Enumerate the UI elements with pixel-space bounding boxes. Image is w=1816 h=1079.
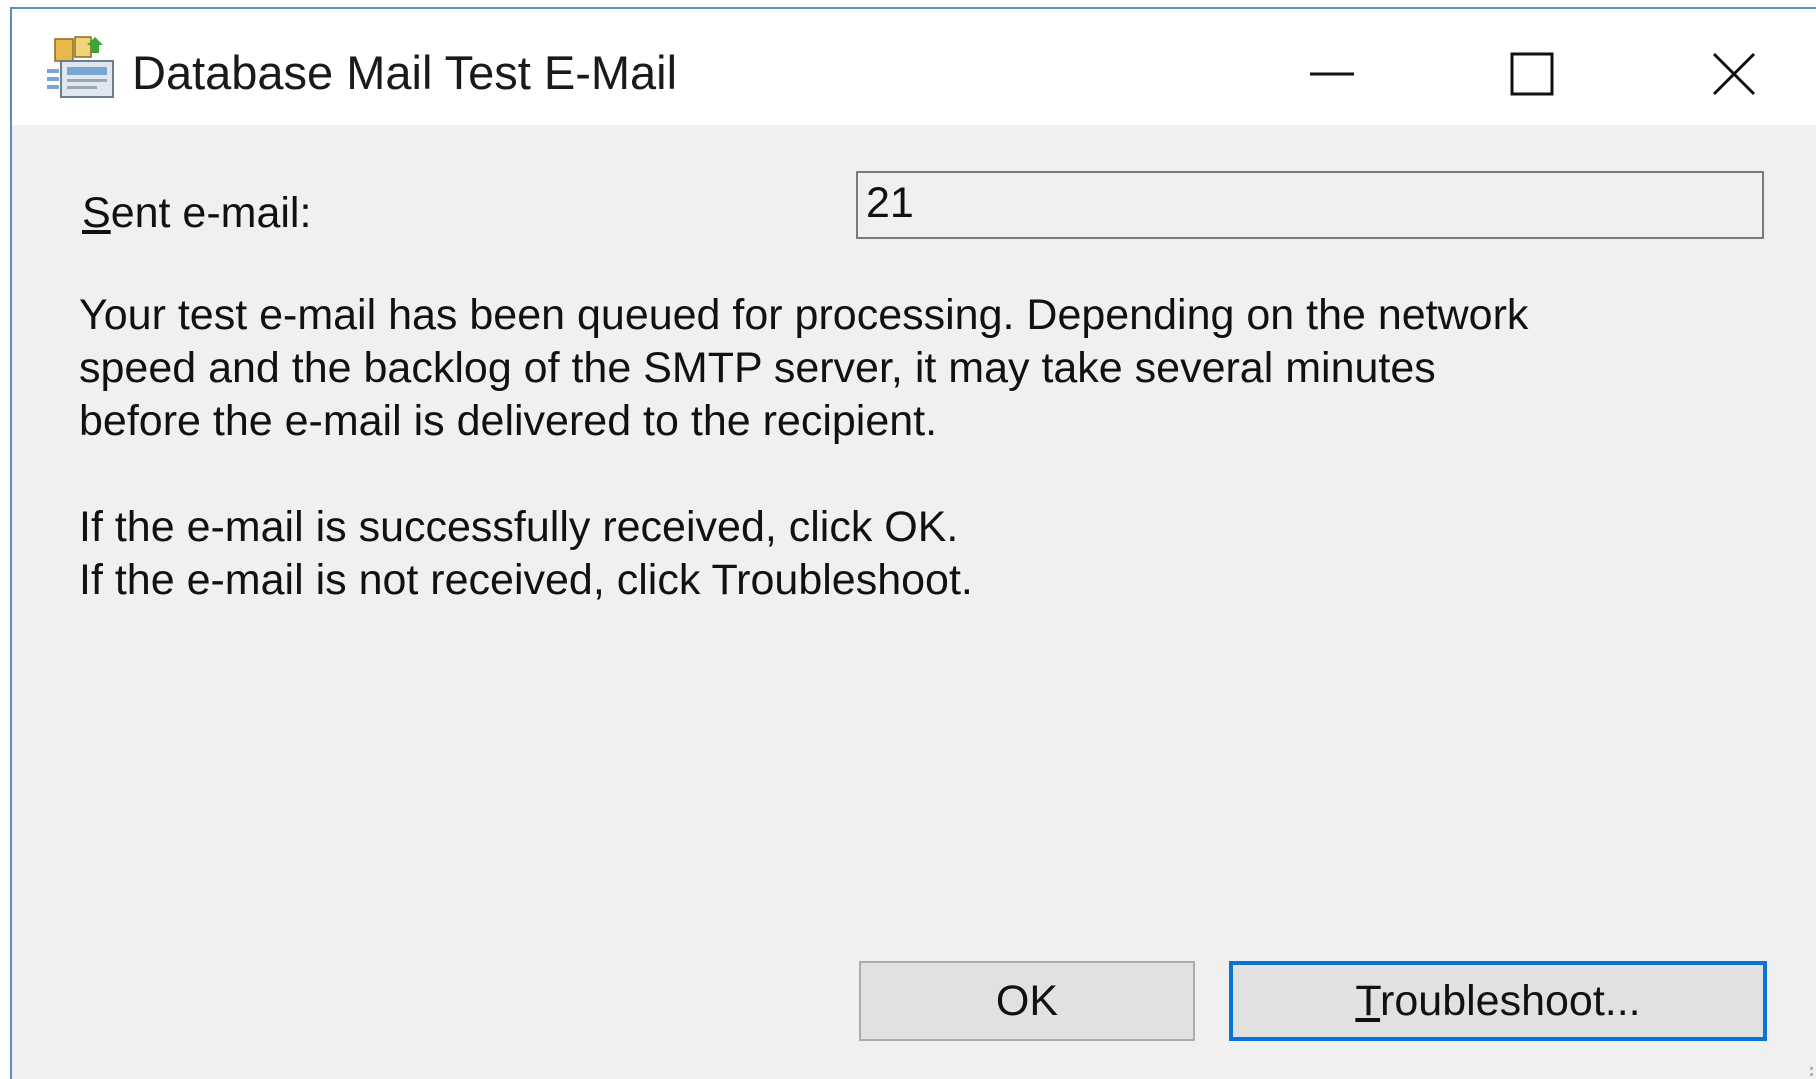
message-line: If the e-mail is successfully received, … bbox=[79, 503, 959, 551]
close-button[interactable] bbox=[1674, 29, 1794, 119]
sent-email-label: Sent e-mail: bbox=[82, 189, 311, 238]
troubleshoot-button[interactable]: Troubleshoot... bbox=[1229, 961, 1767, 1041]
sent-label-text: ent e-mail: bbox=[110, 189, 312, 237]
maximize-button[interactable] bbox=[1472, 29, 1592, 119]
troubleshoot-button-label: Troubleshoot... bbox=[1355, 977, 1640, 1026]
troubleshoot-mnemonic: T bbox=[1355, 976, 1381, 1025]
title-bar[interactable]: Database Mail Test E-Mail bbox=[12, 9, 1816, 125]
maximize-icon bbox=[1510, 52, 1554, 96]
message-line: If the e-mail is not received, click Tro… bbox=[79, 556, 973, 604]
ok-button-label: OK bbox=[995, 976, 1059, 1025]
sent-email-field[interactable]: 21 bbox=[856, 171, 1764, 239]
message-line: before the e-mail is delivered to the re… bbox=[79, 397, 938, 445]
troubleshoot-text: roubleshoot... bbox=[1380, 976, 1641, 1025]
queued-message: Your test e-mail has been queued for pro… bbox=[79, 289, 1528, 448]
instruction-message: If the e-mail is successfully received, … bbox=[79, 501, 973, 607]
close-icon bbox=[1712, 52, 1756, 96]
window-title: Database Mail Test E-Mail bbox=[132, 46, 678, 99]
sent-label-mnemonic: S bbox=[82, 189, 111, 237]
message-line: speed and the backlog of the SMTP server… bbox=[79, 344, 1436, 392]
ok-button[interactable]: OK bbox=[859, 961, 1195, 1041]
message-line: Your test e-mail has been queued for pro… bbox=[79, 291, 1529, 339]
resize-grip-icon[interactable] bbox=[1806, 1065, 1816, 1079]
minimize-icon bbox=[1310, 72, 1354, 76]
database-mail-icon bbox=[47, 36, 114, 98]
dialog-window: Database Mail Test E-Mail Sent e-mail: 2… bbox=[10, 7, 1816, 1079]
minimize-button[interactable] bbox=[1272, 29, 1392, 119]
